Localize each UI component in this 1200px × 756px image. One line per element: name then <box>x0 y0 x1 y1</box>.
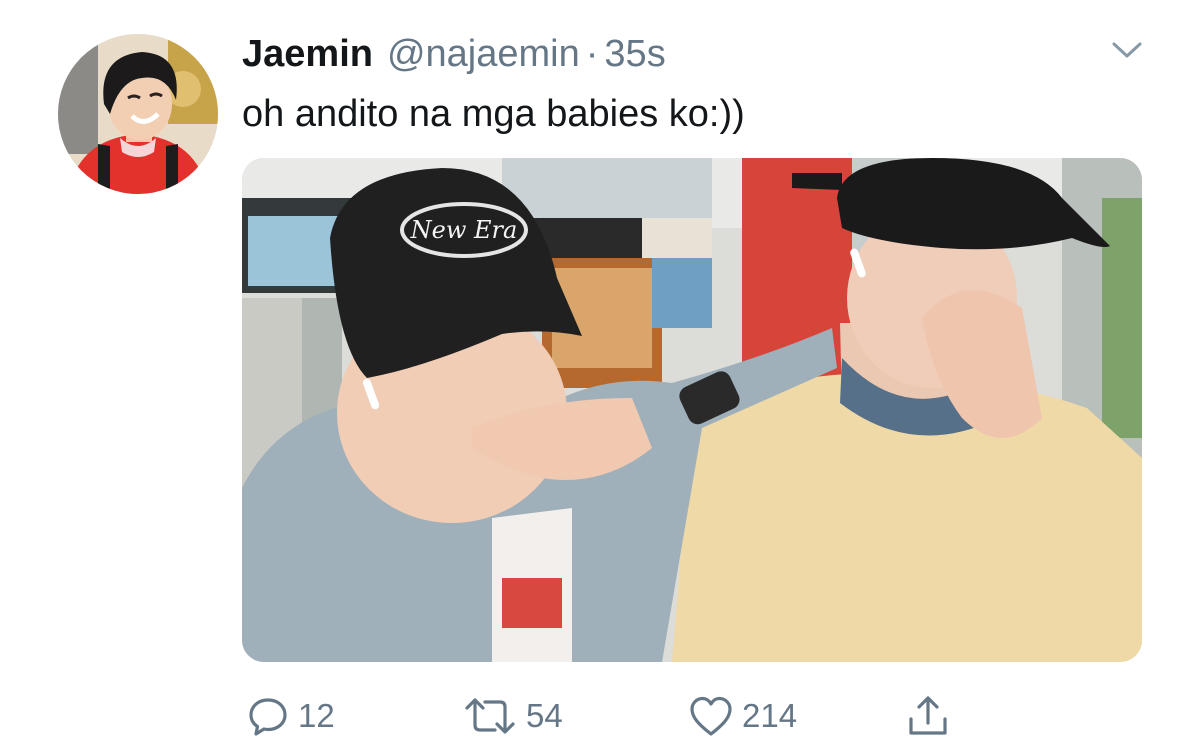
share-icon <box>906 693 950 739</box>
tweet-photo[interactable]: New Era <box>242 158 1142 662</box>
user-handle[interactable]: @najaemin <box>387 30 580 78</box>
avatar-photo <box>58 34 218 194</box>
tweet-actions: 12 54 214 <box>246 690 966 742</box>
tweet-header: Jaemin @najaemin · 35s <box>242 30 666 78</box>
retweet-button[interactable]: 54 <box>462 690 563 742</box>
photo-image: New Era <box>242 158 1142 662</box>
display-name[interactable]: Jaemin <box>242 30 373 78</box>
tweet-timestamp[interactable]: 35s <box>604 30 665 78</box>
reply-button[interactable]: 12 <box>246 690 335 742</box>
share-button[interactable] <box>906 690 950 742</box>
avatar[interactable] <box>58 34 218 194</box>
tweet[interactable]: Jaemin @najaemin · 35s oh andito na mga … <box>0 0 1200 756</box>
tweet-text: oh andito na mga babies ko:)) <box>242 93 745 135</box>
cap-logo-text: New Era <box>410 216 518 244</box>
heart-icon <box>688 694 734 738</box>
reply-icon <box>246 694 290 738</box>
like-button[interactable]: 214 <box>688 690 797 742</box>
reply-count: 12 <box>298 697 335 734</box>
retweet-count: 54 <box>526 697 563 734</box>
like-count: 214 <box>742 697 798 734</box>
retweet-icon <box>462 694 518 738</box>
chevron-down-icon[interactable] <box>1110 38 1144 62</box>
separator-dot: · <box>585 33 599 75</box>
